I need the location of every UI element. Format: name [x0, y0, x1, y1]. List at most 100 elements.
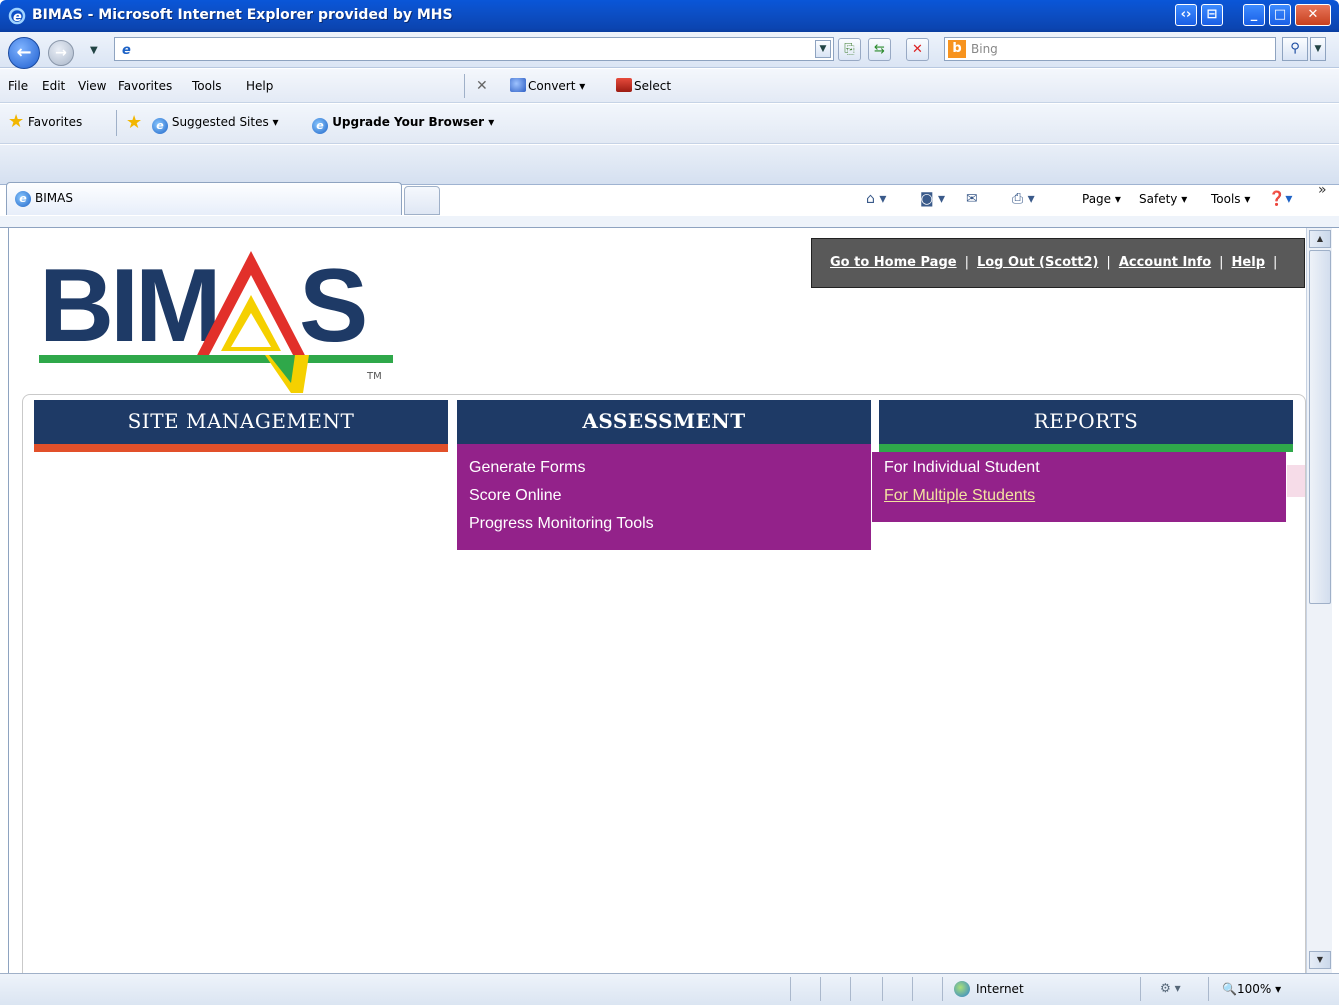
- vertical-scrollbar[interactable]: ▲ ▼: [1306, 228, 1332, 973]
- tab-title: BIMAS: [35, 191, 73, 205]
- chrome-divider: [0, 216, 1339, 228]
- assessment-dropdown: Generate Forms Score Online Progress Mon…: [457, 444, 871, 550]
- help-link[interactable]: Help: [1232, 255, 1265, 270]
- svg-text:BIM: BIM: [39, 248, 218, 364]
- scroll-up-arrow-icon[interactable]: ▲: [1309, 230, 1331, 248]
- svg-text:S: S: [299, 248, 368, 364]
- zoom-value: 100%: [1236, 982, 1272, 996]
- close-button[interactable]: ✕: [1295, 4, 1331, 26]
- window-title-bar: e BIMAS - Microsoft Internet Explorer pr…: [0, 0, 1339, 32]
- menu-multiple-students[interactable]: For Multiple Students: [884, 487, 1035, 505]
- menu-separator: [464, 74, 465, 98]
- read-mail-icon[interactable]: ✉: [966, 191, 978, 207]
- tab-bimas[interactable]: e BIMAS: [6, 182, 402, 215]
- status-zone: Internet: [976, 982, 1024, 996]
- bimas-logo: BIM S: [39, 248, 393, 393]
- add-to-favorites-icon[interactable]: ★: [126, 112, 142, 133]
- status-divider: [790, 977, 791, 1001]
- logout-link[interactable]: Log Out (Scott2): [977, 255, 1098, 270]
- protected-mode-icon[interactable]: ⚙ ▾: [1160, 981, 1181, 995]
- link-separator: |: [1273, 255, 1278, 270]
- link-separator: |: [964, 255, 969, 270]
- home-icon[interactable]: ⌂ ▾: [866, 191, 886, 207]
- search-options-icon[interactable]: ▼: [1310, 37, 1326, 61]
- nav-reports[interactable]: REPORTS: [879, 400, 1293, 444]
- page-menu-label: Page: [1082, 192, 1112, 206]
- upgrade-browser-button[interactable]: e Upgrade Your Browser ▾: [312, 115, 494, 134]
- chevron-more-icon[interactable]: »: [1318, 182, 1327, 198]
- menu-help[interactable]: Help: [246, 79, 273, 93]
- search-input[interactable]: b Bing: [944, 37, 1276, 61]
- nav-assessment[interactable]: ASSESSMENT: [457, 400, 871, 444]
- stop-icon[interactable]: ✕: [906, 38, 929, 61]
- extra-window-icon[interactable]: ‹›: [1175, 4, 1197, 26]
- suggested-sites-icon: e: [152, 118, 168, 134]
- home-page-link[interactable]: Go to Home Page: [830, 255, 957, 270]
- scroll-thumb[interactable]: [1309, 250, 1331, 604]
- forward-button[interactable]: →: [48, 40, 74, 66]
- zoom-level[interactable]: 🔍100% ▾: [1222, 982, 1281, 996]
- bing-icon: b: [948, 40, 966, 58]
- print-icon[interactable]: ⎙ ▾: [1012, 191, 1035, 207]
- safety-menu[interactable]: Safety ▾: [1139, 192, 1187, 206]
- convert-icon: [510, 78, 526, 92]
- pdf-select-icon: [616, 78, 632, 92]
- status-divider: [912, 977, 913, 1001]
- reports-strip: [879, 444, 1293, 452]
- status-divider: [850, 977, 851, 1001]
- new-tab-button[interactable]: [404, 186, 440, 215]
- status-divider: [942, 977, 943, 1001]
- menu-tools[interactable]: Tools: [192, 79, 222, 93]
- favorites-star-icon[interactable]: ★: [8, 113, 26, 131]
- compatibility-view-icon[interactable]: ⎘: [838, 38, 861, 61]
- page-ie-icon: e: [119, 41, 135, 57]
- address-input[interactable]: e: [114, 37, 834, 61]
- page-menu[interactable]: Page ▾: [1082, 192, 1121, 206]
- window-title: BIMAS - Microsoft Internet Explorer prov…: [32, 7, 453, 23]
- convert-label: Convert: [528, 79, 576, 93]
- menu-view[interactable]: View: [78, 79, 106, 93]
- search-icon[interactable]: ⚲: [1282, 37, 1308, 61]
- reports-dropdown: For Individual Student For Multiple Stud…: [872, 452, 1286, 522]
- help-icon[interactable]: ❓▾: [1268, 191, 1292, 207]
- menu-file[interactable]: File: [8, 79, 28, 93]
- account-info-link[interactable]: Account Info: [1119, 255, 1211, 270]
- svg-text:e: e: [13, 10, 22, 25]
- tab-bar: [0, 145, 1339, 185]
- menu-edit[interactable]: Edit: [42, 79, 65, 93]
- select-label: Select: [634, 79, 672, 93]
- back-button[interactable]: ←: [8, 37, 40, 69]
- svg-text:e: e: [122, 43, 131, 57]
- history-dropdown-icon[interactable]: ▼: [90, 45, 98, 56]
- page-viewport: BIM S TM Go to Home Page | Log Out (Scott2…: [8, 228, 1306, 974]
- reports-dropdown-shadow: [1287, 465, 1305, 497]
- menu-individual-student[interactable]: For Individual Student: [884, 459, 1040, 477]
- favorites-button[interactable]: Favorites: [28, 115, 82, 129]
- maximize-button[interactable]: □: [1269, 4, 1291, 26]
- favorites-separator: [116, 110, 117, 136]
- status-divider: [1208, 977, 1209, 1001]
- tools-menu-label: Tools: [1211, 192, 1241, 206]
- account-links-bar: Go to Home Page | Log Out (Scott2) | Account…: [811, 238, 1305, 288]
- menu-score-online[interactable]: Score Online: [469, 487, 562, 505]
- suggested-sites-button[interactable]: e Suggested Sites ▾: [152, 115, 279, 134]
- menu-generate-forms[interactable]: Generate Forms: [469, 459, 585, 477]
- menu-favorites[interactable]: Favorites: [118, 79, 172, 93]
- upgrade-browser-icon: e: [312, 118, 328, 134]
- feeds-icon[interactable]: ◙ ▾: [920, 191, 945, 207]
- refresh-icon[interactable]: ⇆: [868, 38, 891, 61]
- tab-ie-icon: e: [15, 191, 31, 207]
- site-management-strip: [34, 444, 448, 452]
- convert-button[interactable]: Convert ▾: [510, 78, 585, 93]
- select-button[interactable]: Select: [616, 78, 671, 93]
- compact-view-icon[interactable]: ⊟: [1201, 4, 1223, 26]
- scroll-down-arrow-icon[interactable]: ▼: [1309, 951, 1331, 969]
- tools-menu[interactable]: Tools ▾: [1211, 192, 1250, 206]
- search-placeholder: Bing: [971, 42, 998, 56]
- close-toolbar-icon[interactable]: ✕: [476, 78, 488, 94]
- menu-progress-monitoring[interactable]: Progress Monitoring Tools: [469, 515, 654, 533]
- address-dropdown-icon[interactable]: ▼: [815, 40, 831, 58]
- internet-zone-globe-icon: [954, 981, 970, 997]
- minimize-button[interactable]: _: [1243, 4, 1265, 26]
- nav-site-management[interactable]: SITE MANAGEMENT: [34, 400, 448, 444]
